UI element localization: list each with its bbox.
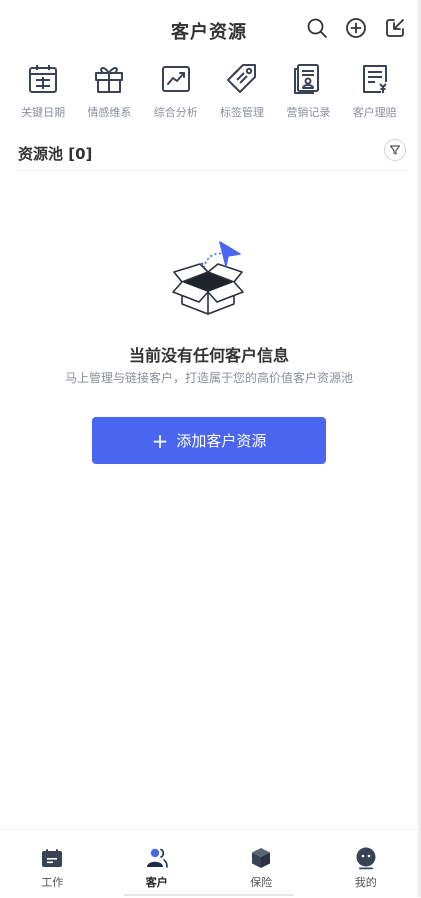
feature-claims[interactable]: 客户理赔 xyxy=(341,60,407,124)
add-button-label: 添加客户资源 xyxy=(176,432,267,450)
tab-profile[interactable]: 我的 xyxy=(314,830,419,898)
empty-state-title: 当前没有任何客户信息 xyxy=(128,346,289,365)
bottom-tab-bar: 工作 客户 保险 我的 xyxy=(0,829,418,898)
filter-button[interactable] xyxy=(384,139,406,161)
gift-icon xyxy=(92,62,126,96)
claim-icon xyxy=(358,62,392,96)
empty-box-illustration xyxy=(168,238,248,318)
tab-insurance[interactable]: 保险 xyxy=(209,830,314,898)
feature-label: 综合分析 xyxy=(153,106,198,119)
feature-grid: 关键日期 情感维系 综合分析 标签管理 营销记录 客户理赔 xyxy=(10,60,408,124)
tab-label: 客户 xyxy=(145,876,168,889)
tab-label: 工作 xyxy=(41,876,64,889)
tab-label: 保险 xyxy=(250,876,273,889)
profile-icon xyxy=(354,846,378,870)
add-circle-icon[interactable] xyxy=(344,16,368,40)
tab-label: 我的 xyxy=(354,876,377,889)
filter-icon xyxy=(389,145,401,155)
empty-state-subtitle: 马上管理与链接客户，打造属于您的高价值客户资源池 xyxy=(64,371,353,385)
record-icon xyxy=(291,62,325,96)
feature-label: 营销记录 xyxy=(286,106,331,119)
work-icon xyxy=(40,846,64,870)
chart-icon xyxy=(159,62,193,96)
feature-tag-management[interactable]: 标签管理 xyxy=(209,60,275,124)
tab-work[interactable]: 工作 xyxy=(0,830,105,898)
feature-analysis[interactable]: 综合分析 xyxy=(143,60,209,124)
insurance-icon xyxy=(249,846,273,870)
tag-icon xyxy=(225,62,259,96)
feature-label: 客户理赔 xyxy=(352,106,397,119)
home-indicator xyxy=(124,894,294,896)
top-header: 客户资源 xyxy=(0,0,418,58)
feature-label: 情感维系 xyxy=(87,106,132,119)
feature-label: 标签管理 xyxy=(220,106,265,119)
calendar-icon xyxy=(26,62,60,96)
customer-icon xyxy=(145,846,169,870)
import-icon[interactable] xyxy=(383,16,407,40)
add-customer-resource-button[interactable]: + 添加客户资源 xyxy=(92,417,326,464)
plus-icon: + xyxy=(151,428,169,453)
tab-customer[interactable]: 客户 xyxy=(105,830,210,898)
feature-emotional-care[interactable]: 情感维系 xyxy=(76,60,142,124)
search-icon[interactable] xyxy=(305,16,329,40)
section-title: 资源池 [0] xyxy=(18,145,93,163)
feature-marketing-records[interactable]: 营销记录 xyxy=(275,60,341,124)
feature-label: 关键日期 xyxy=(21,106,66,119)
feature-key-dates[interactable]: 关键日期 xyxy=(10,60,76,124)
resource-pool-header: 资源池 [0] xyxy=(16,138,408,171)
